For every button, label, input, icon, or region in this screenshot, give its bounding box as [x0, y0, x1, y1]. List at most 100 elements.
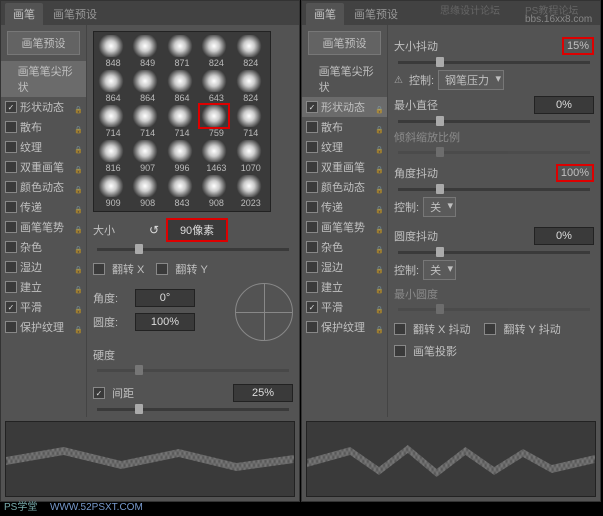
sidebar-checkbox[interactable] — [306, 221, 318, 233]
sidebar-item-9[interactable]: 湿边 — [302, 257, 387, 277]
tab-presets-r[interactable]: 画笔预设 — [346, 3, 406, 25]
brush-thumb[interactable]: 848 — [97, 35, 129, 68]
hardness-slider[interactable] — [97, 369, 289, 372]
spacing-checkbox[interactable] — [93, 387, 105, 399]
brush-thumb[interactable]: 996 — [166, 140, 198, 173]
sidebar-item-4[interactable]: 双重画笔 — [1, 157, 86, 177]
brush-thumb[interactable]: 824 — [200, 35, 232, 68]
sidebar-item-5[interactable]: 颜色动态 — [1, 177, 86, 197]
spacing-input[interactable]: 25% — [233, 384, 293, 402]
sidebar-checkbox[interactable] — [306, 141, 318, 153]
angle-input[interactable]: 0° — [135, 289, 195, 307]
flip-y-jitter-checkbox[interactable] — [484, 323, 496, 335]
sidebar-checkbox[interactable] — [5, 141, 17, 153]
control-dropdown[interactable]: 钢笔压力 — [438, 70, 504, 90]
sidebar-item-3[interactable]: 纹理 — [1, 137, 86, 157]
sidebar-checkbox[interactable] — [5, 261, 17, 273]
sidebar-item-0[interactable]: 画笔笔尖形状 — [1, 61, 86, 97]
brush-thumb[interactable]: 1070 — [235, 140, 267, 173]
tab-brush-r[interactable]: 画笔 — [306, 3, 344, 25]
roundness-input[interactable]: 100% — [135, 313, 195, 331]
brush-thumb[interactable]: 824 — [235, 35, 267, 68]
sidebar-item-3[interactable]: 纹理 — [302, 137, 387, 157]
flip-x-checkbox[interactable] — [93, 263, 105, 275]
brush-thumb[interactable]: 643 — [200, 70, 232, 103]
tab-presets[interactable]: 画笔预设 — [45, 3, 105, 25]
brush-projection-checkbox[interactable] — [394, 345, 406, 357]
sidebar-checkbox[interactable] — [5, 301, 17, 313]
sidebar-item-0[interactable]: 画笔笔尖形状 — [302, 61, 387, 97]
brush-thumb[interactable]: 714 — [235, 105, 267, 138]
sidebar-checkbox[interactable] — [5, 201, 17, 213]
sidebar-item-7[interactable]: 画笔笔势 — [1, 217, 86, 237]
brush-thumb[interactable]: 908 — [131, 175, 163, 208]
brush-thumb[interactable]: 864 — [166, 70, 198, 103]
control2-dropdown[interactable]: 关 — [423, 197, 456, 217]
sidebar-checkbox[interactable] — [306, 101, 318, 113]
sidebar-checkbox[interactable] — [306, 281, 318, 293]
sidebar-item-2[interactable]: 散布 — [302, 117, 387, 137]
brush-thumb[interactable]: 908 — [200, 175, 232, 208]
sidebar-checkbox[interactable] — [306, 201, 318, 213]
sidebar-checkbox[interactable] — [5, 221, 17, 233]
sidebar-checkbox[interactable] — [306, 161, 318, 173]
brush-thumb[interactable]: 843 — [166, 175, 198, 208]
tab-brush[interactable]: 画笔 — [5, 3, 43, 25]
sidebar-checkbox[interactable] — [5, 321, 17, 333]
sidebar-item-4[interactable]: 双重画笔 — [302, 157, 387, 177]
sidebar-item-11[interactable]: 平滑 — [1, 297, 86, 317]
sidebar-item-5[interactable]: 颜色动态 — [302, 177, 387, 197]
sidebar-item-2[interactable]: 散布 — [1, 117, 86, 137]
reset-icon[interactable]: ↺ — [149, 223, 159, 237]
sidebar-checkbox[interactable] — [306, 321, 318, 333]
brush-thumb[interactable]: 714 — [97, 105, 129, 138]
min-diameter-input[interactable]: 0% — [534, 96, 594, 114]
sidebar-item-12[interactable]: 保护纹理 — [302, 317, 387, 337]
angle-control-circle[interactable] — [235, 283, 293, 341]
brush-thumb[interactable]: 907 — [131, 140, 163, 173]
brush-thumb[interactable]: 871 — [166, 35, 198, 68]
size-jitter-slider[interactable] — [398, 61, 590, 64]
sidebar-item-8[interactable]: 杂色 — [302, 237, 387, 257]
sidebar-item-6[interactable]: 传递 — [1, 197, 86, 217]
sidebar-item-1[interactable]: 形状动态 — [1, 97, 86, 117]
brush-thumb[interactable]: 849 — [131, 35, 163, 68]
brush-thumb[interactable]: 864 — [97, 70, 129, 103]
sidebar-checkbox[interactable] — [5, 241, 17, 253]
control3-dropdown[interactable]: 关 — [423, 260, 456, 280]
sidebar-checkbox[interactable] — [306, 121, 318, 133]
sidebar-checkbox[interactable] — [306, 241, 318, 253]
sidebar-item-8[interactable]: 杂色 — [1, 237, 86, 257]
min-diameter-slider[interactable] — [398, 120, 590, 123]
brush-thumb[interactable]: 714 — [131, 105, 163, 138]
sidebar-checkbox[interactable] — [5, 181, 17, 193]
sidebar-item-6[interactable]: 传递 — [302, 197, 387, 217]
size-jitter-value[interactable]: 15% — [562, 37, 594, 55]
spacing-slider[interactable] — [97, 408, 289, 411]
sidebar-checkbox[interactable] — [5, 121, 17, 133]
size-input[interactable]: 90像素 — [166, 218, 228, 242]
sidebar-checkbox[interactable] — [306, 261, 318, 273]
sidebar-checkbox[interactable] — [306, 301, 318, 313]
sidebar-item-10[interactable]: 建立 — [302, 277, 387, 297]
brush-thumb[interactable]: 909 — [97, 175, 129, 208]
flip-y-checkbox[interactable] — [156, 263, 168, 275]
brush-thumb[interactable]: 714 — [166, 105, 198, 138]
round-jitter-input[interactable]: 0% — [534, 227, 594, 245]
sidebar-item-11[interactable]: 平滑 — [302, 297, 387, 317]
sidebar-checkbox[interactable] — [5, 161, 17, 173]
brush-presets-button-r[interactable]: 画笔预设 — [308, 31, 381, 55]
flip-x-jitter-checkbox[interactable] — [394, 323, 406, 335]
round-jitter-slider[interactable] — [398, 251, 590, 254]
brush-thumb[interactable]: 759 — [200, 105, 232, 138]
angle-jitter-value[interactable]: 100% — [556, 164, 594, 182]
brush-thumb[interactable]: 816 — [97, 140, 129, 173]
sidebar-checkbox[interactable] — [306, 181, 318, 193]
size-slider[interactable] — [97, 248, 289, 251]
sidebar-item-12[interactable]: 保护纹理 — [1, 317, 86, 337]
sidebar-item-10[interactable]: 建立 — [1, 277, 86, 297]
sidebar-checkbox[interactable] — [5, 281, 17, 293]
sidebar-checkbox[interactable] — [5, 101, 17, 113]
angle-jitter-slider[interactable] — [398, 188, 590, 191]
sidebar-item-1[interactable]: 形状动态 — [302, 97, 387, 117]
